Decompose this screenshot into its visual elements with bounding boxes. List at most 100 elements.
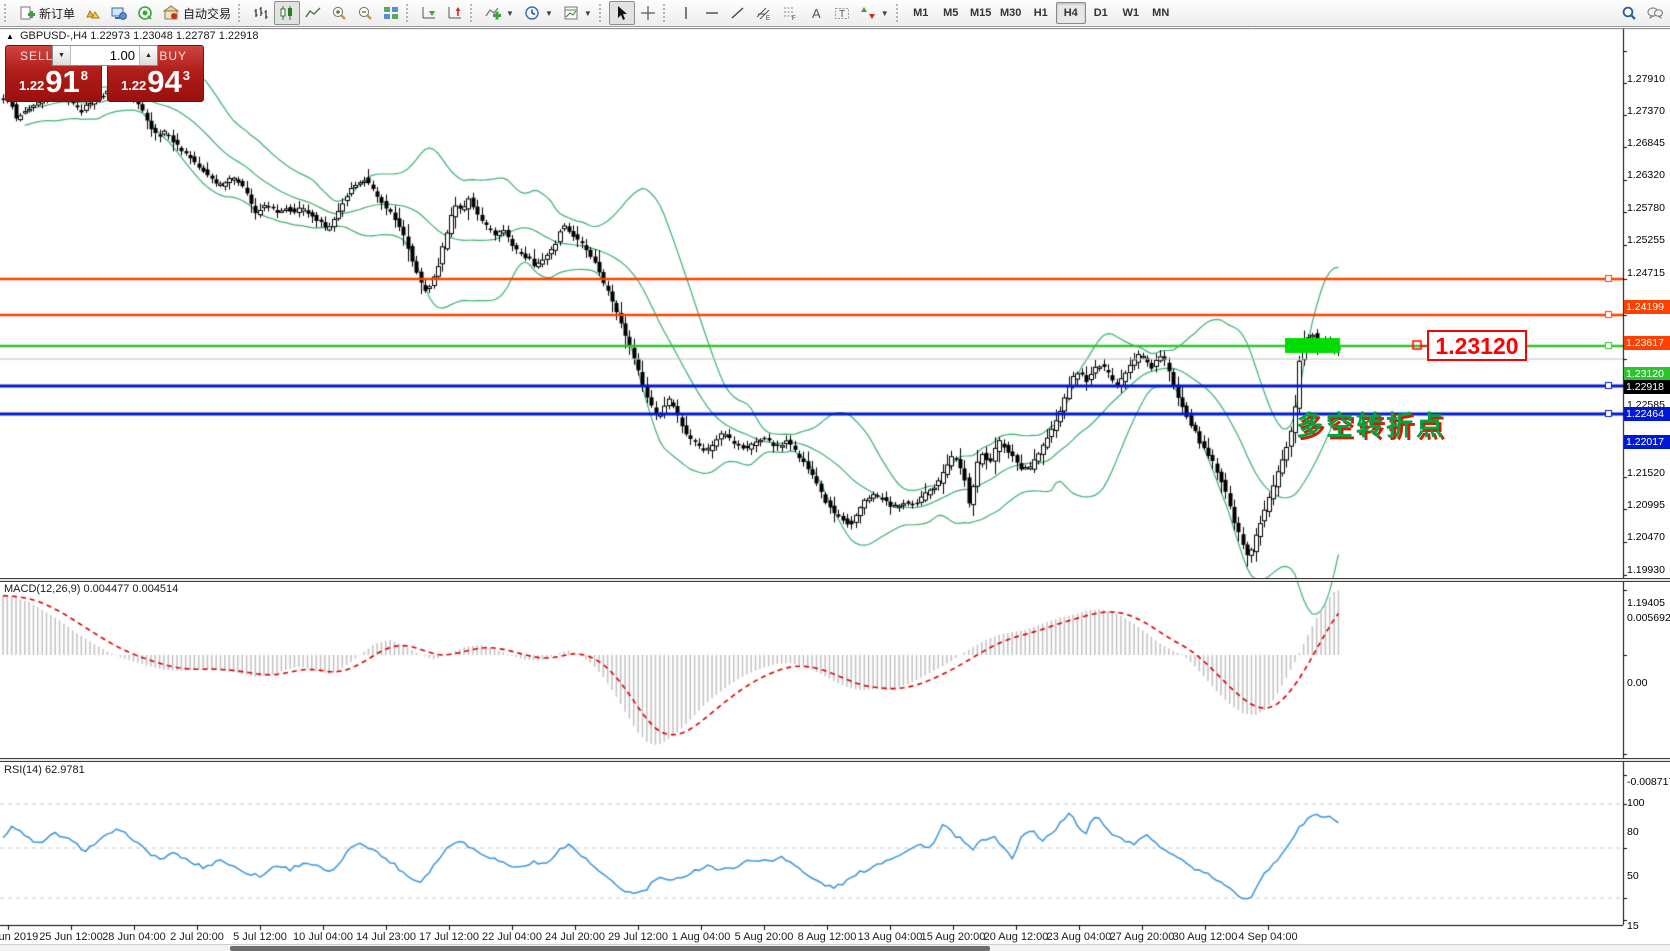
tile-windows-button[interactable] xyxy=(378,1,404,25)
periods-button[interactable]: ▼ xyxy=(519,1,558,25)
zoom-in-button[interactable] xyxy=(326,1,352,25)
cursor-icon xyxy=(614,5,630,21)
candlestick-chart-icon xyxy=(279,5,295,21)
scrollbar-thumb[interactable] xyxy=(230,946,990,951)
price-tag: 1.23120 xyxy=(1624,367,1670,381)
panel-separator[interactable] xyxy=(0,758,1670,762)
indicators-icon xyxy=(485,5,501,21)
text-label-icon: T xyxy=(834,5,850,21)
gold-icon xyxy=(85,5,101,21)
axis-tick-label: 0.00 xyxy=(1627,676,1670,690)
equidistant-channel-button[interactable]: E xyxy=(751,1,777,25)
axis-tick-label: 1.27370 xyxy=(1627,104,1670,118)
templates-icon xyxy=(563,5,579,21)
macd-label: MACD(12,26,9) 0.004477 0.004514 xyxy=(4,583,178,595)
turning-point-annotation: 多空转折点 xyxy=(1296,404,1446,443)
text-label-button[interactable]: T xyxy=(829,1,855,25)
indicators-button[interactable]: ▼ xyxy=(480,1,519,25)
auto-scroll-button[interactable] xyxy=(416,1,442,25)
line-chart-button[interactable] xyxy=(300,1,326,25)
rsi-label: RSI(14) 62.9781 xyxy=(4,764,85,776)
text-icon: A xyxy=(808,5,824,21)
chart-canvas[interactable] xyxy=(0,28,1670,951)
candlestick-chart-button[interactable] xyxy=(274,1,300,25)
terminal-icon xyxy=(111,5,127,21)
new-order-button[interactable]: 新订单 xyxy=(14,1,80,25)
text-button[interactable]: A xyxy=(803,1,829,25)
axis-tick-label: 1.25780 xyxy=(1627,201,1670,215)
templates-button[interactable]: ▼ xyxy=(558,1,597,25)
clock-icon xyxy=(524,5,540,21)
toolbar-grip xyxy=(470,4,477,22)
timeframe-h4[interactable]: H4 xyxy=(1056,2,1086,24)
timeframe-d1[interactable]: D1 xyxy=(1086,2,1116,24)
toolbar-grip xyxy=(406,4,413,22)
fibonacci-button[interactable]: F xyxy=(777,1,803,25)
crosshair-button[interactable] xyxy=(635,1,661,25)
symbol-ohlc-text: GBPUSD-,H4 1.22973 1.23048 1.22787 1.229… xyxy=(20,30,259,42)
axis-tick-label: 1.24715 xyxy=(1627,266,1670,280)
time-axis-label: 4 Sep 04:00 xyxy=(1223,931,1313,943)
timeframe-mn[interactable]: MN xyxy=(1146,2,1176,24)
signal-button[interactable] xyxy=(132,1,158,25)
chart-window: ▲ GBPUSD-,H4 1.22973 1.23048 1.22787 1.2… xyxy=(0,28,1670,951)
one-click-trading-panel: SELL 1.22 91 8 BUY 1.22 94 3 ▼ xyxy=(5,45,204,102)
bar-chart-button[interactable] xyxy=(248,1,274,25)
horizontal-line-button[interactable] xyxy=(699,1,725,25)
price-tag: 1.24199 xyxy=(1624,300,1670,314)
auto-trading-button[interactable]: 自动交易 xyxy=(158,1,236,25)
timeframe-m1[interactable]: M1 xyxy=(906,2,936,24)
bar-chart-icon xyxy=(253,5,269,21)
timeframe-h1[interactable]: H1 xyxy=(1026,2,1056,24)
axis-tick-label: 1.21520 xyxy=(1627,466,1670,480)
axis-tick-label: 1.26845 xyxy=(1627,136,1670,150)
volume-input[interactable] xyxy=(71,46,139,65)
axis-tick-label: 80 xyxy=(1627,825,1670,839)
symbol-ohlc-header: ▲ GBPUSD-,H4 1.22973 1.23048 1.22787 1.2… xyxy=(6,30,259,42)
horizontal-scrollbar[interactable] xyxy=(0,944,1670,951)
trendline-button[interactable] xyxy=(725,1,751,25)
auto-trading-label: 自动交易 xyxy=(183,5,231,22)
chart-shift-button[interactable] xyxy=(442,1,468,25)
arrows-button[interactable]: ▼ xyxy=(855,1,894,25)
new-order-icon xyxy=(19,5,35,21)
timeframe-m5[interactable]: M5 xyxy=(936,2,966,24)
tile-windows-icon xyxy=(383,5,399,21)
svg-text:F: F xyxy=(792,16,796,21)
axis-tick-label: 1.25255 xyxy=(1627,233,1670,247)
cursor-button[interactable] xyxy=(609,1,635,25)
svg-text:A: A xyxy=(812,6,821,21)
price-tag: 1.22918 xyxy=(1624,380,1670,394)
vertical-line-button[interactable] xyxy=(673,1,699,25)
horizontal-line-icon xyxy=(704,5,720,21)
panel-separator[interactable] xyxy=(0,578,1670,582)
volume-spinner: ▼ ▲ xyxy=(52,45,158,66)
volume-decrease-button[interactable]: ▼ xyxy=(53,46,70,65)
gold-button[interactable] xyxy=(80,1,106,25)
zoom-out-button[interactable] xyxy=(352,1,378,25)
search-button[interactable] xyxy=(1616,1,1642,25)
axis-tick-label: 0.005692 xyxy=(1627,611,1670,625)
equidistant-channel-icon: E xyxy=(756,5,772,21)
window-marker-icon: ▲ xyxy=(6,32,14,41)
price-callout-box[interactable]: 1.23120 xyxy=(1427,330,1527,361)
vertical-line-icon xyxy=(678,5,694,21)
axis-tick-label: 1.19930 xyxy=(1627,563,1670,577)
volume-increase-button[interactable]: ▲ xyxy=(140,46,157,65)
terminal-button[interactable] xyxy=(106,1,132,25)
timeframe-m30[interactable]: M30 xyxy=(996,2,1026,24)
timeframe-w1[interactable]: W1 xyxy=(1116,2,1146,24)
axis-tick-label: 100 xyxy=(1627,796,1670,810)
sell-price: 1.22 91 8 xyxy=(6,67,101,97)
line-chart-icon xyxy=(305,5,321,21)
price-tag: 1.23617 xyxy=(1624,336,1670,350)
chat-icon xyxy=(1647,5,1663,21)
axis-tick-label: 1.26320 xyxy=(1627,168,1670,182)
price-tag: 1.22464 xyxy=(1624,407,1670,421)
arrows-icon xyxy=(860,5,876,21)
crosshair-icon xyxy=(640,5,656,21)
chat-button[interactable] xyxy=(1642,1,1668,25)
timeframe-m15[interactable]: M15 xyxy=(966,2,996,24)
sell-label: SELL xyxy=(20,49,53,63)
buy-price-prefix: 1.22 xyxy=(121,78,146,93)
